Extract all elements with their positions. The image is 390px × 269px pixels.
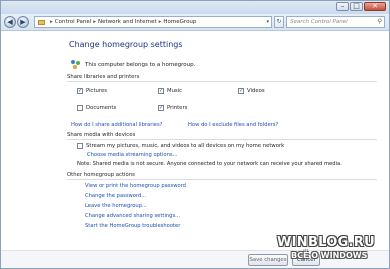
- close-icon[interactable]: ✕: [364, 2, 386, 11]
- checkbox-videos[interactable]: ✓ Videos: [238, 88, 265, 94]
- maximize-icon[interactable]: □: [350, 2, 363, 11]
- button-bar: Save changes Cancel: [1, 250, 389, 268]
- checkbox-printers-box[interactable]: ✓: [158, 105, 164, 111]
- title-bar: – □ ✕: [1, 1, 389, 14]
- window-controls: – □ ✕: [336, 2, 386, 11]
- checkbox-videos-box[interactable]: ✓: [238, 88, 244, 94]
- homegroup-status-text: This computer belongs to a homegroup.: [85, 62, 196, 68]
- address-bar[interactable]: ▸ Control Panel ▸ Network and Internet ▸…: [34, 16, 272, 28]
- search-placeholder: Search Control Panel: [290, 19, 348, 25]
- homegroup-icon: [71, 60, 81, 70]
- control-panel-icon: [38, 19, 45, 25]
- breadcrumb-homegroup[interactable]: HomeGroup: [163, 19, 196, 25]
- section-divider: [67, 81, 377, 82]
- share-libraries-header: Share libraries and printers: [67, 74, 140, 80]
- save-changes-button[interactable]: Save changes: [248, 254, 288, 266]
- change-password-link[interactable]: Change the password...: [85, 193, 146, 199]
- page-title: Change homegroup settings: [69, 40, 183, 49]
- breadcrumb-network[interactable]: Network and Internet: [98, 19, 157, 25]
- checkbox-stream-box[interactable]: [77, 143, 83, 149]
- share-media-header: Share media with devices: [67, 132, 136, 138]
- checkbox-music-box[interactable]: ✓: [158, 88, 164, 94]
- checkbox-documents[interactable]: Documents: [77, 105, 116, 111]
- checkbox-pictures[interactable]: ✓ Pictures: [77, 88, 107, 94]
- navigation-bar: ◀ ▶ ▸ Control Panel ▸ Network and Intern…: [1, 14, 389, 31]
- main-content: Change homegroup settings This computer …: [1, 32, 389, 268]
- checkbox-documents-box[interactable]: [77, 105, 83, 111]
- share-libraries-help-link[interactable]: How do I share additional libraries?: [71, 122, 162, 128]
- media-security-note: Note: Shared media is not secure. Anyone…: [77, 161, 342, 167]
- homegroup-window: – □ ✕ ◀ ▶ ▸ Control Panel ▸ Network and …: [0, 0, 390, 269]
- minimize-icon[interactable]: –: [336, 2, 349, 11]
- troubleshooter-link[interactable]: Start the HomeGroup troubleshooter: [85, 223, 180, 229]
- watermark-title: WINBLOG.RU: [277, 235, 376, 250]
- refresh-icon[interactable]: ↻: [274, 16, 284, 28]
- view-password-link[interactable]: View or print the homegroup password: [85, 183, 186, 189]
- breadcrumb-control-panel[interactable]: Control Panel: [55, 19, 91, 25]
- checkbox-printers[interactable]: ✓ Printers: [158, 105, 187, 111]
- checkbox-stream-media[interactable]: Stream my pictures, music, and videos to…: [77, 143, 284, 149]
- homegroup-status: This computer belongs to a homegroup.: [71, 60, 195, 70]
- forward-arrow-icon[interactable]: ▶: [17, 16, 29, 28]
- checkbox-music[interactable]: ✓ Music: [158, 88, 182, 94]
- checkbox-pictures-box[interactable]: ✓: [77, 88, 83, 94]
- search-icon[interactable]: ⚲: [378, 17, 382, 27]
- cancel-button[interactable]: Cancel: [292, 254, 320, 266]
- exclude-files-help-link[interactable]: How do I exclude files and folders?: [188, 122, 278, 128]
- chevron-down-icon[interactable]: ▾: [266, 19, 269, 25]
- leave-homegroup-link[interactable]: Leave the homegroup...: [85, 203, 147, 209]
- search-input[interactable]: Search Control Panel ⚲: [286, 16, 385, 28]
- section-divider: [67, 179, 377, 180]
- advanced-sharing-link[interactable]: Change advanced sharing settings...: [85, 213, 180, 219]
- other-actions-header: Other homegroup actions: [67, 172, 135, 178]
- back-arrow-icon[interactable]: ◀: [4, 16, 16, 28]
- section-divider: [67, 139, 377, 140]
- media-streaming-options-link[interactable]: Choose media streaming options...: [87, 152, 178, 158]
